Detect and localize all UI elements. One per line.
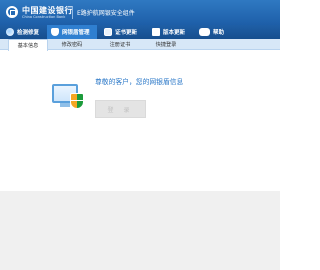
main-nav: 检测修复 网银盾管理 证书更新 版本更新 帮助 <box>0 25 280 39</box>
greeting-text: 尊敬的客户，您的网银盾信息 <box>95 78 184 86</box>
monitor-stand <box>60 103 70 107</box>
update-icon <box>152 28 160 36</box>
nav-item-label: 网银盾管理 <box>62 30 90 36</box>
sub-tabs: 基本信息 修改密码 注册证书 快捷登录 <box>0 39 280 51</box>
nav-item-label: 版本更新 <box>163 30 186 36</box>
ccb-logo-icon <box>6 6 18 18</box>
nav-item-cert-update[interactable]: 证书更新 <box>100 25 146 39</box>
app-header: 中国建设银行 China Construction Bank E路护航网银安全组… <box>0 0 280 25</box>
usbkey-security-icon <box>52 84 84 110</box>
shield-icon <box>51 28 59 36</box>
nav-item-usbkey-manage[interactable]: 网银盾管理 <box>47 25 97 39</box>
bank-name-english: China Construction Bank <box>22 15 66 19</box>
login-button[interactable]: 登 录 <box>95 100 146 118</box>
tab-basic-info[interactable]: 基本信息 <box>8 39 48 51</box>
footer-area <box>0 191 280 270</box>
app-title: E路护航网银安全组件 <box>77 10 135 17</box>
nav-item-version-update[interactable]: 版本更新 <box>148 25 194 39</box>
help-icon <box>199 28 210 36</box>
certificate-icon <box>104 28 112 36</box>
title-divider <box>72 6 73 19</box>
tab-register-cert[interactable]: 注册证书 <box>100 39 140 50</box>
tab-quick-login[interactable]: 快捷登录 <box>146 39 186 50</box>
nav-item-label: 帮助 <box>213 30 225 36</box>
tab-change-password[interactable]: 修改密码 <box>52 39 92 50</box>
nav-item-detect-repair[interactable]: 检测修复 <box>2 25 46 39</box>
nav-item-label: 检测修复 <box>17 30 40 36</box>
nav-item-help[interactable]: 帮助 <box>195 25 231 39</box>
nav-item-label: 证书更新 <box>115 30 138 36</box>
globe-icon <box>6 28 14 36</box>
shield-icon <box>70 93 84 109</box>
main-content: 尊敬的客户，您的网银盾信息 登 录 <box>0 51 280 191</box>
